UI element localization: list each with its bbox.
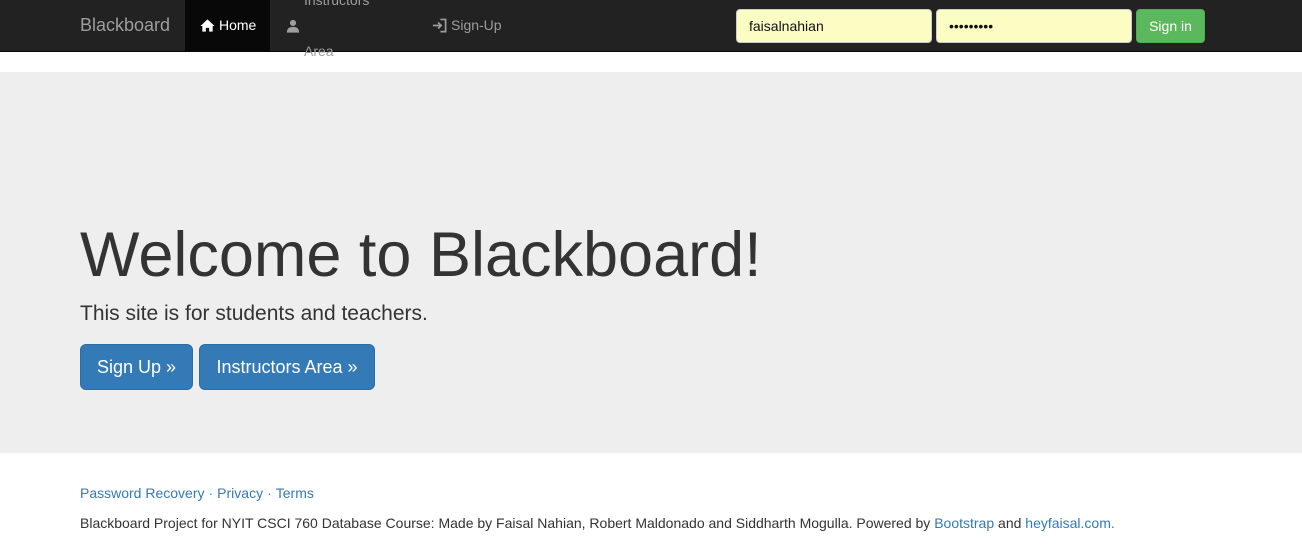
- home-icon: [200, 18, 215, 33]
- credit-text: Blackboard Project for NYIT CSCI 760 Dat…: [80, 515, 935, 531]
- nav-home[interactable]: Home: [185, 0, 270, 51]
- privacy-link[interactable]: Privacy: [217, 485, 263, 501]
- sign-up-button[interactable]: Sign Up »: [80, 344, 193, 390]
- footer-separator: ·: [208, 485, 214, 501]
- user-icon: [285, 18, 300, 33]
- nav-instructors-area[interactable]: Instructors Area: [270, 0, 417, 59]
- terms-link[interactable]: Terms: [276, 485, 314, 501]
- footer-separator: ·: [267, 485, 272, 501]
- footer-links: Password Recovery · Privacy · Terms: [80, 485, 314, 501]
- nav-signup-label: Sign-Up: [451, 17, 502, 33]
- username-input[interactable]: [736, 9, 932, 43]
- instructors-area-button[interactable]: Instructors Area »: [199, 344, 375, 390]
- password-input[interactable]: [936, 9, 1132, 43]
- nav-home-label: Home: [219, 17, 257, 33]
- sign-in-button[interactable]: Sign in: [1136, 9, 1205, 43]
- nav-instructors-label: Instructors Area: [304, 0, 369, 59]
- lead-text: This site is for students and teachers.: [80, 302, 428, 325]
- bootstrap-link[interactable]: Bootstrap: [934, 515, 994, 531]
- password-recovery-link[interactable]: Password Recovery: [80, 485, 205, 501]
- heyfaisal-link[interactable]: heyfaisal.com.: [1025, 515, 1114, 531]
- top-navbar: Blackboard Home Instructors Area Sign-Up…: [0, 0, 1302, 59]
- nav-sign-up[interactable]: Sign-Up: [417, 0, 517, 51]
- and-text: and: [994, 515, 1026, 531]
- welcome-jumbotron: Welcome to Blackboard! This site is for …: [0, 72, 1302, 453]
- log-in-icon: [432, 18, 447, 33]
- brand-link[interactable]: Blackboard: [80, 0, 170, 51]
- footer-credit: Blackboard Project for NYIT CSCI 760 Dat…: [80, 515, 1115, 531]
- page-title: Welcome to Blackboard!: [80, 220, 762, 290]
